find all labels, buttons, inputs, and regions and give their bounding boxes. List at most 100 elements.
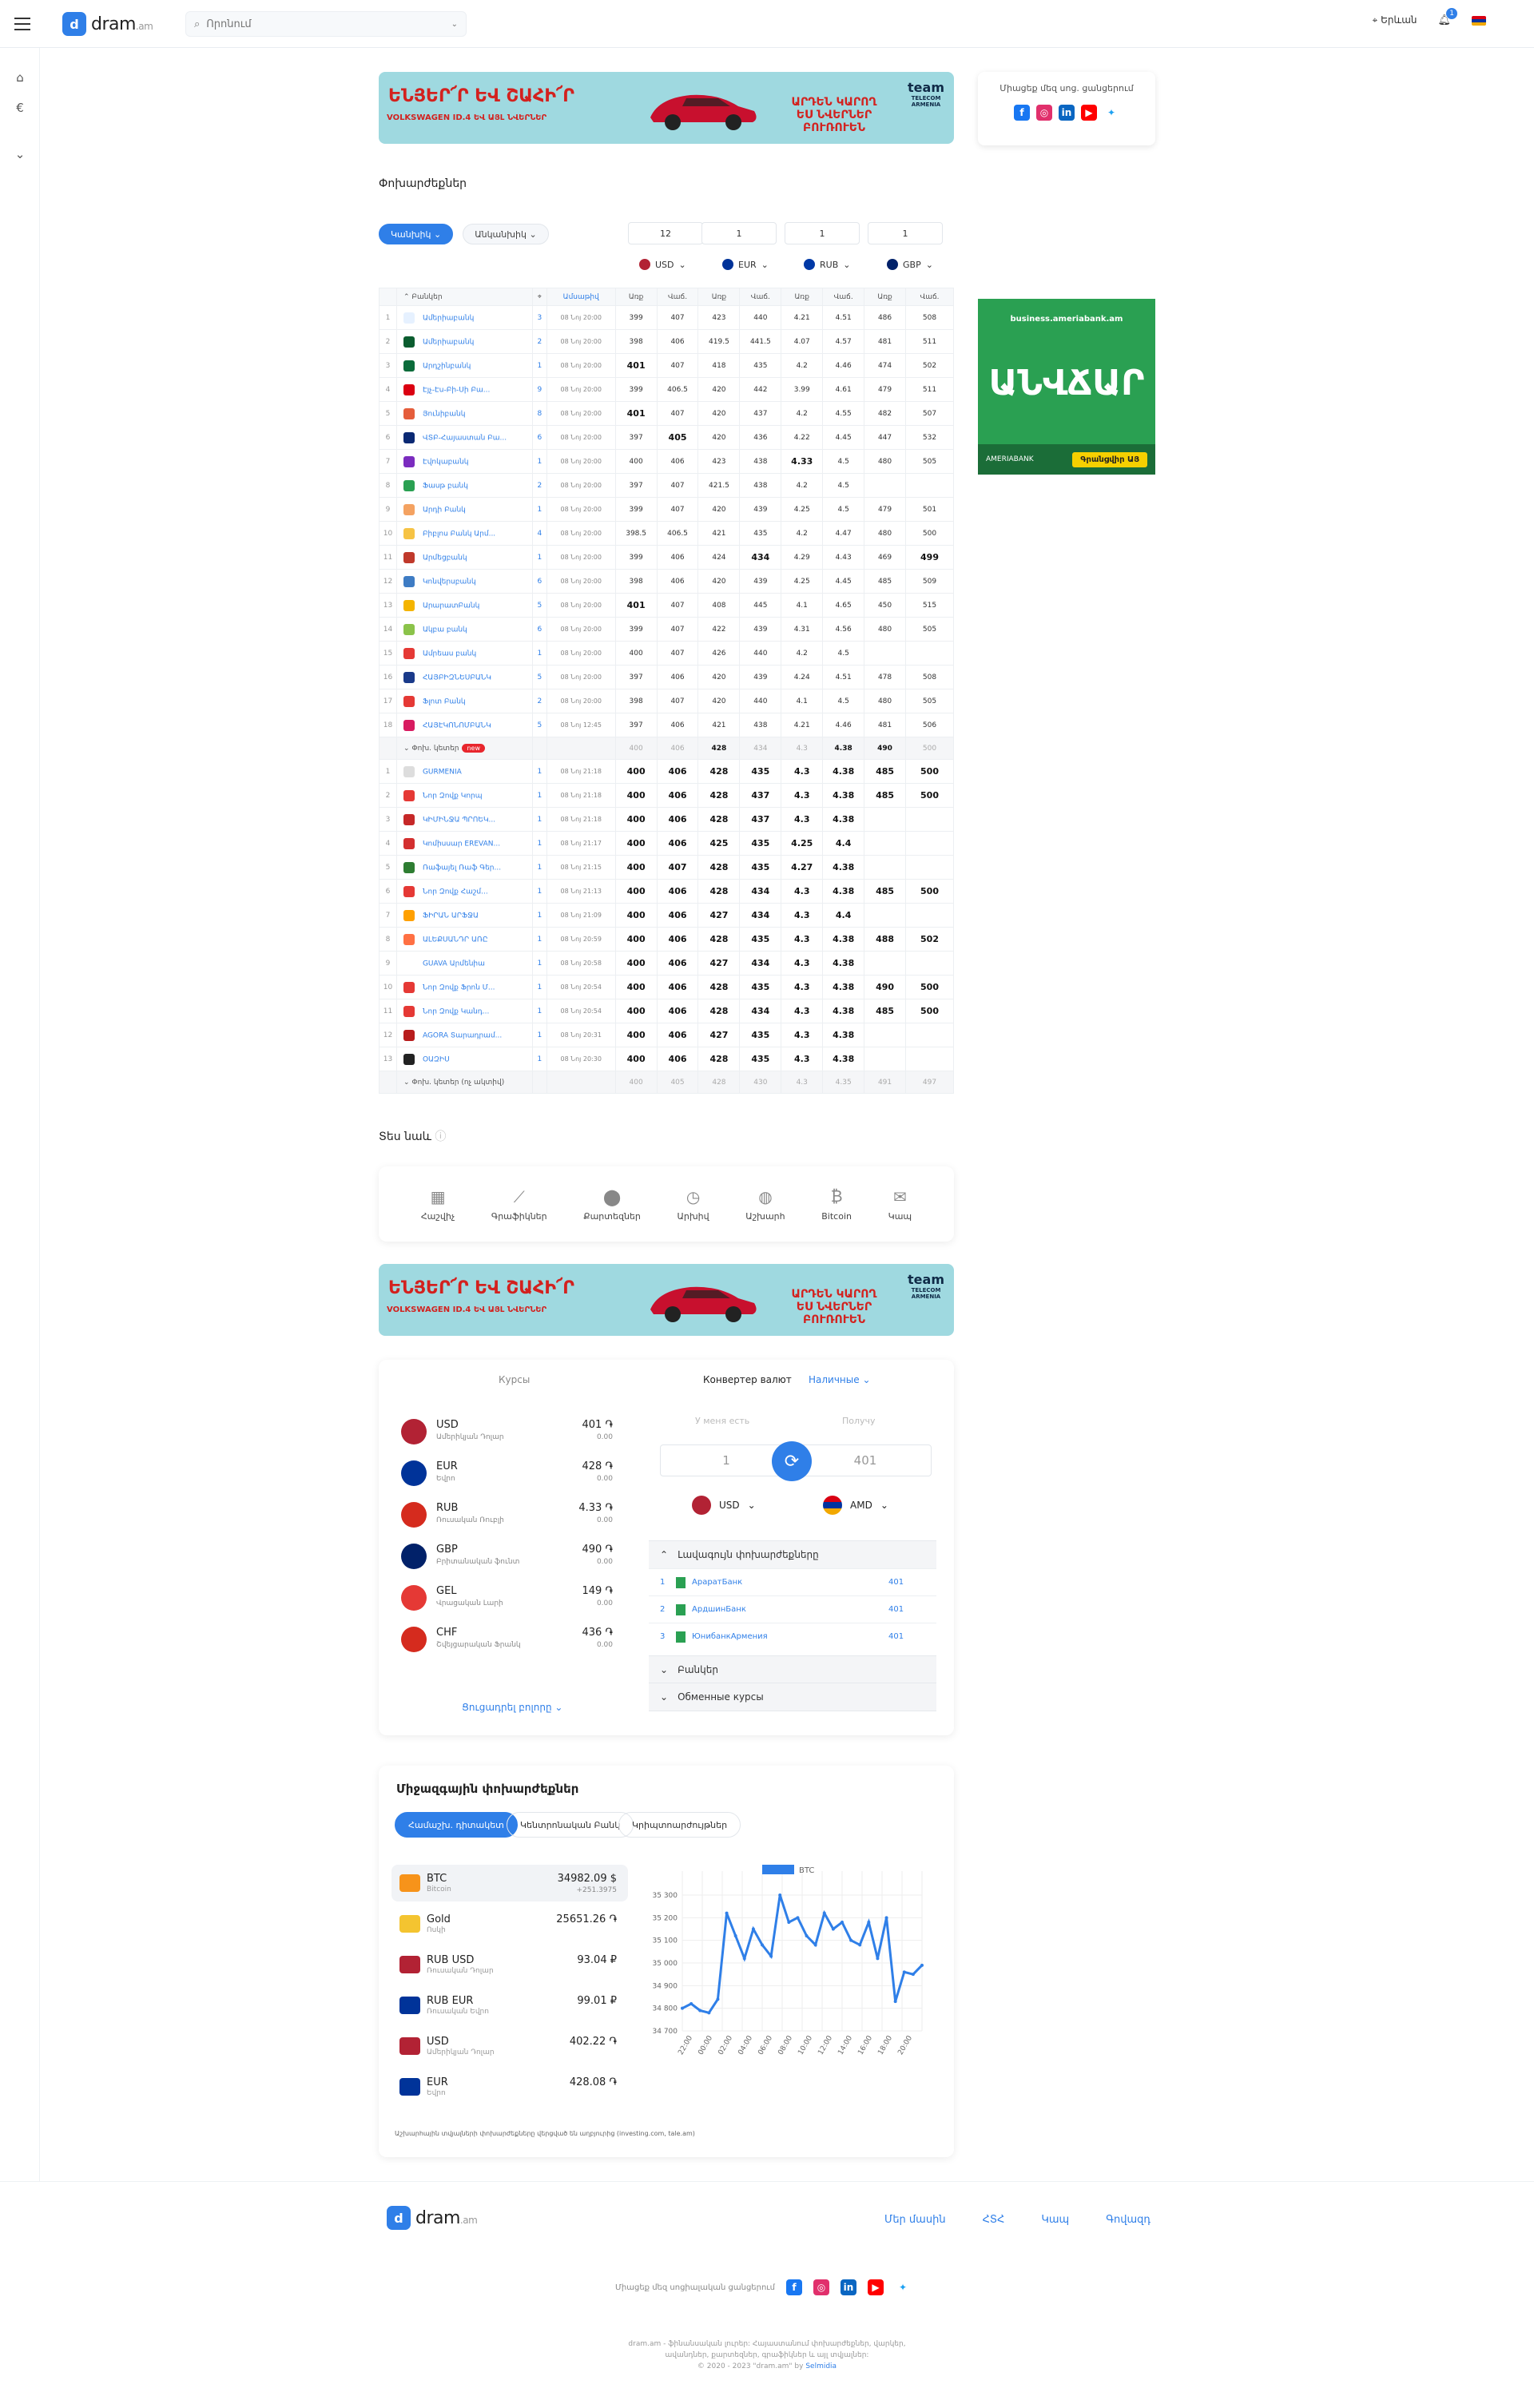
- exchange-row[interactable]: 5 Ռաֆայել Ռաֆ Գեր... 1 08 Նոյ 21:15 400 407 42…: [379, 855, 954, 880]
- tab-cash[interactable]: Կանխիկ ⌄: [379, 224, 454, 244]
- twitter-icon[interactable]: ✦: [895, 2279, 911, 2295]
- swap-button[interactable]: ⟳: [772, 1441, 812, 1481]
- bank-row[interactable]: 15 Ամրեաս բանկ 1 08 Նոյ 20:00 400 407 426 440 4.…: [379, 641, 954, 666]
- col-eur-sell[interactable]: Վաճ.: [739, 288, 782, 306]
- tab-noncash[interactable]: Անկանխիկ ⌄: [463, 224, 549, 244]
- exchanges-accordion[interactable]: ⌄ Обменные курсы: [649, 1683, 936, 1711]
- branch-count[interactable]: 1: [531, 855, 547, 880]
- branch-count[interactable]: 6: [531, 617, 547, 642]
- instagram-icon[interactable]: ◎: [813, 2279, 829, 2295]
- branch-count[interactable]: 6: [531, 425, 547, 450]
- banks-accordion[interactable]: ⌄ Բանկեր: [649, 1655, 936, 1683]
- see-also-item[interactable]: ◍ Աշխարհ: [745, 1187, 785, 1222]
- branch-count[interactable]: 5: [531, 713, 547, 737]
- tab-world[interactable]: Համաշխ. դիտակետ: [395, 1812, 518, 1838]
- bank-name[interactable]: Ամերիաբանկ: [395, 329, 533, 354]
- bank-name[interactable]: Նոր Զովք Հաշմ...: [395, 879, 533, 904]
- bank-name[interactable]: Կոմիսսար EREVAN...: [395, 831, 533, 856]
- bank-row[interactable]: 17 Ֆլոտ Բանկ 2 08 Նոյ 20:00 398 407 420 440 4.1 4…: [379, 689, 954, 713]
- exchange-summary-row[interactable]: ⌄ Փոխ. կետեր (ոչ ակտիվ) 400 405 428 430 4.3 4.…: [379, 1071, 954, 1094]
- search-box[interactable]: ⌕ ⌄: [185, 11, 467, 37]
- branch-count[interactable]: 1: [531, 927, 547, 952]
- exchange-row[interactable]: 9 GUAVA Արմենիա 1 08 Նոյ 20:58 400 406 427 434 4…: [379, 951, 954, 976]
- branch-count[interactable]: 8: [531, 401, 547, 426]
- youtube-icon[interactable]: ▶: [868, 2279, 884, 2295]
- bank-name[interactable]: Ամերիաբանկ: [395, 305, 533, 330]
- chevron-down-icon[interactable]: ⌄: [451, 20, 458, 29]
- facebook-icon[interactable]: f: [1014, 105, 1030, 121]
- exchange-row[interactable]: 13 ՕԱԶԻՍ 1 08 Նոյ 20:30 400 406 428 435 4.3 4.38: [379, 1047, 954, 1071]
- facebook-icon[interactable]: f: [786, 2279, 802, 2295]
- bank-name[interactable]: Արդի Բանկ: [395, 497, 533, 522]
- bank-row[interactable]: 3 Արդշինբանկ 1 08 Նոյ 20:00 401 407 418 435 4.2 4…: [379, 353, 954, 378]
- branch-count[interactable]: 1: [531, 759, 547, 784]
- linkedin-icon[interactable]: in: [841, 2279, 856, 2295]
- bank-name[interactable]: Նոր Զովք Կանդ...: [395, 999, 533, 1023]
- currency-usd-selector[interactable]: USD ⌄: [639, 259, 686, 270]
- bank-row[interactable]: 4 Էյչ-Էս-Բի-Սի Բա... 9 08 Նոյ 20:00 399 406.5…: [379, 377, 954, 402]
- branch-count[interactable]: 1: [531, 879, 547, 904]
- exchange-row[interactable]: 4 Կոմիսսար EREVAN... 1 08 Նոյ 21:17 400 406 42…: [379, 831, 954, 856]
- branch-count[interactable]: 1: [531, 783, 547, 808]
- exchange-row[interactable]: 8 ԱԼԵՔՍԱՆԴՐ ԱՌԸ 1 08 Նոյ 20:59 400 406 428 435 4…: [379, 927, 954, 952]
- see-also-item[interactable]: ⬤ Քարտեզներ: [583, 1187, 641, 1222]
- bank-name[interactable]: ՎՏԲ-Հայաստան Բա...: [395, 425, 533, 450]
- bank-name[interactable]: Բիբլոս Բանկ Արմ...: [395, 521, 533, 546]
- bank-name[interactable]: ԱԼԵՔՍԱՆԴՐ ԱՌԸ: [395, 927, 533, 952]
- rate-row[interactable]: EUR Եվրո 428 ֏ 0.00: [401, 1457, 613, 1489]
- currency-rub-selector[interactable]: RUB ⌄: [804, 259, 850, 270]
- bank-name[interactable]: Ակբա բանկ: [395, 617, 533, 642]
- best-rate-row[interactable]: 3 ЮнибанкАрмения 401: [649, 1623, 936, 1650]
- branch-count[interactable]: 6: [531, 569, 547, 594]
- bank-row[interactable]: 7 Էվոկաբանկ 1 08 Նոյ 20:00 400 406 423 438 4.33 4…: [379, 449, 954, 474]
- branch-count[interactable]: 1: [531, 975, 547, 999]
- exchange-row[interactable]: 3 ԿԻՄԻՆՋԱ ՊՐՈԵԿ... 1 08 Նոյ 21:18 400 406 428 4…: [379, 807, 954, 832]
- bank-name[interactable]: GUAVA Արմենիա: [395, 951, 533, 976]
- see-also-item[interactable]: ◷ Արխիվ: [678, 1187, 709, 1222]
- bank-row[interactable]: 9 Արդի Բանկ 1 08 Նոյ 20:00 399 407 420 439 4.25 4…: [379, 497, 954, 522]
- asset-row[interactable]: Gold Ոսկի 25651.26 ֏: [391, 1905, 628, 1942]
- branch-count[interactable]: 1: [531, 449, 547, 474]
- see-also-item[interactable]: ⟋ Գրաֆիկներ: [491, 1187, 547, 1222]
- rate-row[interactable]: CHF Շվեյցարական Ֆրանկ 436 ֏ 0.00: [401, 1623, 613, 1655]
- branch-count[interactable]: 5: [531, 665, 547, 689]
- amount-eur-input[interactable]: [701, 222, 777, 244]
- bank-name[interactable]: GURMENIA: [395, 759, 533, 784]
- twitter-icon[interactable]: ✦: [1103, 105, 1119, 121]
- bank-name[interactable]: Ամրեաս բանկ: [395, 641, 533, 666]
- section-label[interactable]: ⌄ Փոխ. կետեր (ոչ ակտիվ): [395, 1071, 533, 1094]
- bank-name[interactable]: Կոնվերսբանկ: [395, 569, 533, 594]
- col-date[interactable]: Ամսաթիվ: [546, 288, 616, 306]
- cash-dropdown[interactable]: Наличные ⌄: [809, 1374, 871, 1385]
- bank-row[interactable]: 10 Բիբլոս Բանկ Արմ... 4 08 Նոյ 20:00 398.5 40…: [379, 521, 954, 546]
- bank-row[interactable]: 14 Ակբա բանկ 6 08 Նոյ 20:00 399 407 422 439 4.31…: [379, 617, 954, 642]
- col-banks[interactable]: ⌃ Բանկեր: [395, 288, 533, 306]
- notification-button[interactable]: 🔔︎ 1: [1437, 8, 1457, 26]
- exchange-row[interactable]: 12 AGORA Տարադրամ... 1 08 Նոյ 20:31 400 406 42…: [379, 1023, 954, 1047]
- bank-name[interactable]: ՀԱՅԷԿՈՆՈՄԲԱՆԿ: [395, 713, 533, 737]
- exchange-row[interactable]: 1 GURMENIA 1 08 Նոյ 21:18 400 406 428 435 4.3 4.3…: [379, 759, 954, 784]
- col-usd-sell[interactable]: Վաճ.: [656, 288, 699, 306]
- bank-row[interactable]: 5 Յունիբանկ 8 08 Նոյ 20:00 401 407 420 437 4.2 4.…: [379, 401, 954, 426]
- asset-row[interactable]: RUB EUR Ռուսական Եվրո 99.01 ₽: [391, 1987, 628, 2024]
- rate-row[interactable]: RUB Ռուսական Ռուբլի 4.33 ֏ 0.00: [401, 1499, 613, 1531]
- asset-row[interactable]: USD Ամերիկյան Դոլար 402.22 ֏: [391, 2028, 628, 2064]
- branch-count[interactable]: 1: [531, 353, 547, 378]
- exchange-row[interactable]: 6 Նոր Զովք Հաշմ... 1 08 Նոյ 21:13 400 406 428 4…: [379, 879, 954, 904]
- rate-row[interactable]: GBP Բրիտանական ֆունտ 490 ֏ 0.00: [401, 1540, 613, 1572]
- exchange-summary-row[interactable]: ⌄ Փոխ. կետեր new 400 406 428 434 4.3 4.38 490 500: [379, 737, 954, 760]
- link-advertising[interactable]: Գովազդ: [1106, 2214, 1150, 2226]
- bank-name[interactable]: Էյչ-Էս-Բի-Սի Բա...: [395, 377, 533, 402]
- bank-row[interactable]: 12 Կոնվերսբանկ 6 08 Նոյ 20:00 398 406 420 439 4.…: [379, 569, 954, 594]
- bank-name[interactable]: ԿԻՄԻՆՋԱ ՊՐՈԵԿ...: [395, 807, 533, 832]
- menu-icon[interactable]: [14, 18, 30, 30]
- bank-name[interactable]: ՖԻՐԱՆ ԱՐՖՋԱ: [395, 903, 533, 928]
- bank-name[interactable]: Յունիբանկ: [395, 401, 533, 426]
- bank-name[interactable]: ՀԱՅԲԻԶՆԵՍԲԱՆԿ: [395, 665, 533, 689]
- asset-row[interactable]: RUB USD Ռուսական Դոլար 93.04 ₽: [391, 1946, 628, 1983]
- bank-name[interactable]: Նոր Զովք Կորպ: [395, 783, 533, 808]
- tab-crypto[interactable]: Կրիպտոարժույթներ: [618, 1812, 741, 1838]
- branch-count[interactable]: 3: [531, 305, 547, 330]
- currency-eur-selector[interactable]: EUR ⌄: [722, 259, 769, 270]
- bank-name[interactable]: Ֆասթ բանկ: [395, 473, 533, 498]
